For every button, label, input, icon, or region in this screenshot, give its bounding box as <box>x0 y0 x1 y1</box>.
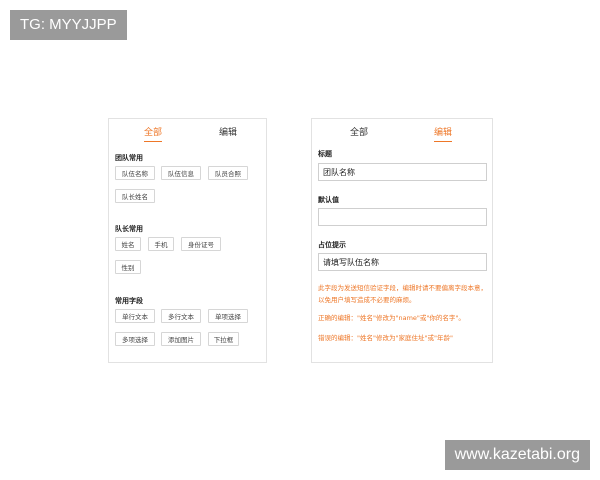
chip-multi-choice[interactable]: 多项选择 <box>115 332 155 346</box>
chip-single-line-text[interactable]: 单行文本 <box>115 309 155 323</box>
default-value-input[interactable] <box>318 208 487 226</box>
chip-team-photo[interactable]: 队员合照 <box>208 166 248 180</box>
title-label: 标题 <box>318 150 332 158</box>
title-input[interactable] <box>318 163 487 181</box>
default-value-label: 默认值 <box>318 196 339 204</box>
tab-bar: 全部 编辑 <box>312 119 492 145</box>
placeholder-input[interactable] <box>318 253 487 271</box>
chip-team-name[interactable]: 队伍名称 <box>115 166 155 180</box>
tab-edit[interactable]: 编辑 <box>434 125 453 142</box>
chip-id-number[interactable]: 身份证号 <box>181 237 221 251</box>
watermark-top-left: TG: MYYJJPP <box>10 10 127 40</box>
watermark-bottom-right: www.kazetabi.org <box>444 440 590 470</box>
wrong-edit-example: 错误的编辑："姓名"修改为"家庭住址"或"年龄" <box>318 334 453 342</box>
field-note: 此字段为发送短信验证字段，编辑时请不要偏离字段本意，以免用户填写造成不必要的麻烦… <box>318 284 487 304</box>
chip-single-choice[interactable]: 单项选择 <box>208 309 248 323</box>
tab-all[interactable]: 全部 <box>144 125 163 142</box>
section-title-common: 常用字段 <box>115 297 143 305</box>
chip-dropdown[interactable]: 下拉框 <box>208 332 239 346</box>
chip-team-info[interactable]: 队伍信息 <box>161 166 201 180</box>
field-library-panel: 全部 编辑 团队常用 队伍名称 队伍信息 队员合照 队长姓名 队长常用 姓名 手… <box>108 118 267 363</box>
chip-multi-line-text[interactable]: 多行文本 <box>161 309 201 323</box>
tab-edit[interactable]: 编辑 <box>219 125 237 141</box>
chip-add-image[interactable]: 添加图片 <box>161 332 201 346</box>
tab-bar: 全部 编辑 <box>109 119 266 145</box>
correct-edit-example: 正确的编辑："姓名"修改为"name"或"你的名字"。 <box>318 314 465 322</box>
chip-gender[interactable]: 性别 <box>115 260 141 274</box>
field-editor-panel: 全部 编辑 标题 默认值 占位提示 此字段为发送短信验证字段，编辑时请不要偏离字… <box>311 118 493 363</box>
chip-name[interactable]: 姓名 <box>115 237 141 251</box>
chip-captain-name[interactable]: 队长姓名 <box>115 189 155 203</box>
tab-all[interactable]: 全部 <box>350 125 368 141</box>
placeholder-label: 占位提示 <box>318 241 346 249</box>
section-title-team: 团队常用 <box>115 154 143 162</box>
chip-phone[interactable]: 手机 <box>148 237 174 251</box>
section-title-captain: 队长常用 <box>115 225 143 233</box>
